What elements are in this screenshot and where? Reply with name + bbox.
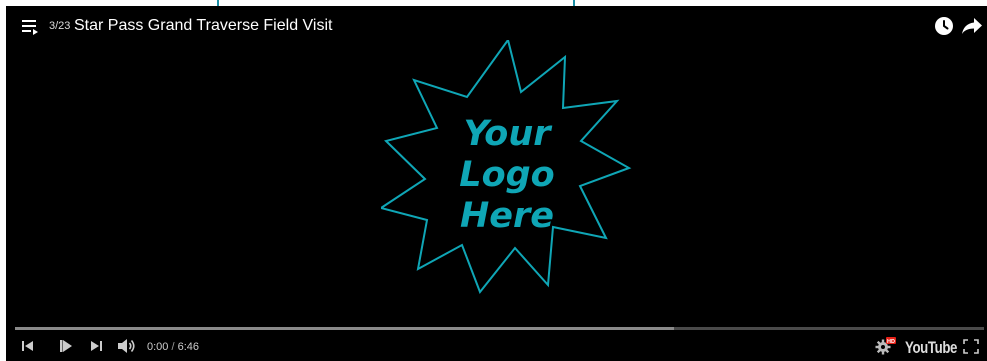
share-arrow-icon[interactable] [961,17,983,35]
fullscreen-icon[interactable] [963,339,979,354]
time-separator: / [168,341,178,353]
video-player[interactable]: 3/23 Star Pass Grand Traverse Field Visi… [6,6,987,361]
logo-text: Your Logo Here [381,114,633,237]
logo-placeholder: Your Logo Here [381,40,633,298]
hd-badge-label: HD [887,339,895,345]
logo-line-3: Here [459,196,555,236]
volume-icon[interactable] [117,338,137,354]
playlist-position: 3/23 [49,20,71,32]
playlist-icon[interactable] [22,19,42,35]
clock-icon[interactable] [934,16,954,36]
youtube-logo[interactable]: YouTube [905,338,957,358]
control-bar: 0:00 / 6:46 HD YouTube [6,334,987,361]
previous-icon[interactable] [21,338,35,354]
logo-line-1: Your [463,114,551,154]
progress-loaded [15,327,674,330]
video-title[interactable]: Star Pass Grand Traverse Field Visit [74,17,332,35]
duration: 6:46 [177,341,200,353]
next-icon[interactable] [89,338,103,354]
time-display: 0:00 / 6:46 [147,341,199,353]
current-time: 0:00 [147,341,169,353]
logo-line-2: Logo [459,155,555,195]
progress-bar[interactable] [15,327,984,330]
play-icon[interactable] [58,338,74,354]
settings-gear-icon[interactable]: HD [875,337,897,355]
